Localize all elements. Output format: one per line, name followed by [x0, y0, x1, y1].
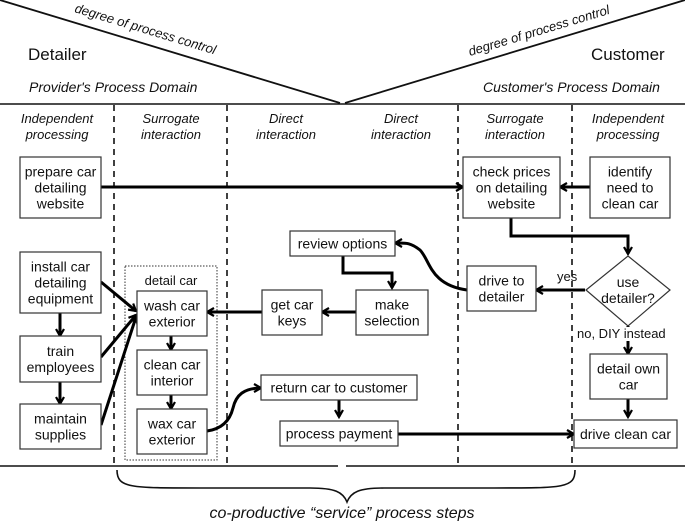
node-label-getkeys: keys	[278, 313, 307, 329]
node-return: return car to customer	[260, 374, 418, 401]
edge-drive-to-review	[395, 243, 468, 292]
edge-maintain-to-wash	[99, 317, 136, 426]
detail-car-group-label: detail car	[145, 273, 198, 288]
node-label-review: review options	[298, 236, 388, 252]
node-install: install cardetailingequipment	[19, 251, 102, 314]
node-label-identify: need to	[607, 180, 654, 196]
node-label-maintain: maintain	[34, 411, 87, 427]
column-header-1-l2: processing	[25, 127, 90, 142]
footer-brace	[116, 469, 576, 505]
node-label-identify: clean car	[602, 196, 659, 212]
node-label-select: make	[375, 297, 409, 313]
node-wash: wash carexterior	[136, 290, 208, 337]
node-label-train: train	[47, 343, 74, 359]
column-header-6-l2: processing	[596, 127, 661, 142]
column-header-2-l1: Surrogate	[142, 111, 199, 126]
node-payment: process payment	[279, 420, 399, 447]
right-domain: Customer's Process Domain	[483, 79, 660, 95]
node-getkeys: get carkeys	[261, 289, 323, 336]
column-header-4-l2: interaction	[371, 127, 431, 142]
left-domain: Provider's Process Domain	[29, 79, 198, 95]
node-label-train: employees	[27, 359, 95, 375]
edge-label-yes: yes	[557, 269, 578, 284]
node-label-prepare: prepare car	[25, 164, 97, 180]
column-header-3-l1: Direct	[269, 111, 304, 126]
edge-wax-to-return	[206, 388, 261, 433]
node-label-clean: clean car	[144, 357, 201, 373]
column-header-5-l2: interaction	[485, 127, 545, 142]
node-label-wash: wash car	[143, 298, 200, 314]
decision-label: detailer?	[601, 290, 655, 306]
node-label-clean: interior	[151, 373, 194, 389]
column-header-3-l2: interaction	[256, 127, 316, 142]
node-label-wax: wax car	[147, 416, 197, 432]
node-label-install: equipment	[28, 291, 93, 307]
node-label-install: detailing	[34, 275, 86, 291]
node-label-getkeys: get car	[271, 297, 314, 313]
node-label-wax: exterior	[149, 432, 196, 448]
node-wax: wax carexterior	[136, 408, 208, 455]
node-select: makeselection	[355, 289, 429, 336]
node-clean: clean carinterior	[136, 349, 208, 396]
node-prepare: prepare cardetailingwebsite	[19, 156, 102, 219]
service-process-diagram: degree of process control degree of proc…	[0, 0, 685, 521]
column-header-2-l2: interaction	[141, 127, 201, 142]
node-label-prepare: website	[36, 196, 85, 212]
node-label-drive: drive to	[479, 273, 525, 289]
node-label-payment: process payment	[286, 426, 393, 442]
node-review: review options	[289, 230, 396, 257]
node-driveclean: drive clean car	[573, 419, 678, 449]
node-label-identify: identify	[608, 164, 652, 180]
left-actor: Detailer	[28, 45, 87, 64]
node-label-prepare: detailing	[34, 180, 86, 196]
column-header-1-l1: Independent	[21, 111, 95, 126]
column-header-6-l1: Independent	[592, 111, 666, 126]
node-label-install: install car	[31, 259, 90, 275]
column-header-5-l1: Surrogate	[486, 111, 543, 126]
node-label-check: website	[487, 196, 536, 212]
footer-label: co-productive “service” process steps	[210, 505, 475, 521]
node-label-wash: exterior	[149, 314, 196, 330]
edge-label-no: no, DIY instead	[577, 326, 666, 341]
node-label-check: on detailing	[476, 180, 548, 196]
column-header-4-l1: Direct	[384, 111, 419, 126]
decision-label: use	[617, 274, 640, 290]
node-label-driveclean: drive clean car	[580, 426, 671, 442]
edge-install-to-wash	[100, 280, 136, 311]
node-label-select: selection	[364, 313, 419, 329]
node-train: trainemployees	[19, 335, 102, 383]
node-label-drive: detailer	[479, 289, 525, 305]
edge-check-to-decision	[509, 218, 628, 254]
node-label-maintain: supplies	[35, 427, 86, 443]
node-label-check: check prices	[473, 164, 551, 180]
node-label-return: return car to customer	[271, 380, 408, 396]
node-label-detailown: car	[619, 377, 639, 393]
node-label-detailown: detail own	[597, 361, 660, 377]
node-detailown: detail owncar	[589, 353, 668, 400]
node-drive: drive todetailer	[466, 265, 537, 312]
node-maintain: maintainsupplies	[19, 403, 102, 450]
node-check: check priceson detailingwebsite	[462, 156, 561, 219]
right-actor: Customer	[591, 45, 665, 64]
node-identify: identifyneed toclean car	[589, 156, 671, 219]
edge-review-to-select	[341, 256, 392, 288]
